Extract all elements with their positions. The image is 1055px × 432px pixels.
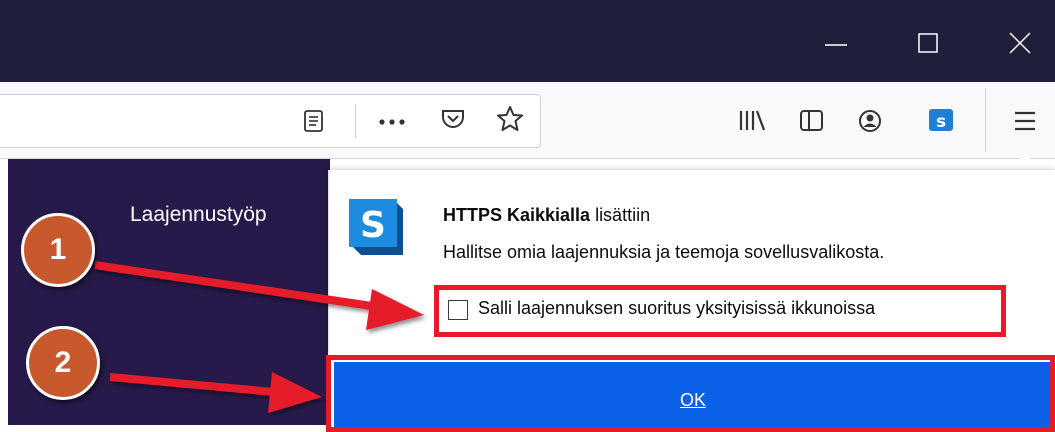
svg-text:S: S [360,205,386,246]
panel-description: Hallitse omia laajennuksia ja teemoja so… [443,242,885,262]
step-1-badge: 1 [21,213,95,287]
more-actions-icon[interactable] [376,113,412,134]
sidebars-icon[interactable] [798,108,826,139]
library-icon[interactable] [738,108,766,139]
close-icon[interactable] [1000,22,1040,62]
highlight-box-ok [326,355,1055,432]
account-icon[interactable] [857,108,883,139]
added-text: lisättiin [590,205,651,225]
reader-view-icon[interactable] [303,109,325,138]
pocket-icon[interactable] [440,106,466,137]
panel-title: HTTPS Kaikkialla lisättiin [443,205,650,226]
hamburger-menu-icon[interactable] [1012,108,1038,139]
private-windows-checkbox-label[interactable]: Salli laajennuksen suoritus yksityisissä… [478,298,875,319]
minimize-icon[interactable] [815,22,855,62]
page-heading: Laajennustyöp [130,203,267,226]
toolbar-separator [355,104,356,138]
step-2-badge: 2 [26,326,100,400]
toolbar-separator [985,88,986,152]
svg-text:s: s [936,112,946,132]
private-windows-checkbox[interactable] [448,300,468,320]
bookmark-star-icon[interactable] [496,105,524,138]
https-everywhere-icon: S [345,197,407,259]
maximize-icon[interactable] [908,22,948,62]
panel-arrow [1011,152,1039,170]
https-everywhere-icon[interactable]: s [927,107,957,140]
addon-name: HTTPS Kaikkialla [443,205,591,225]
title-bar [0,0,1055,82]
